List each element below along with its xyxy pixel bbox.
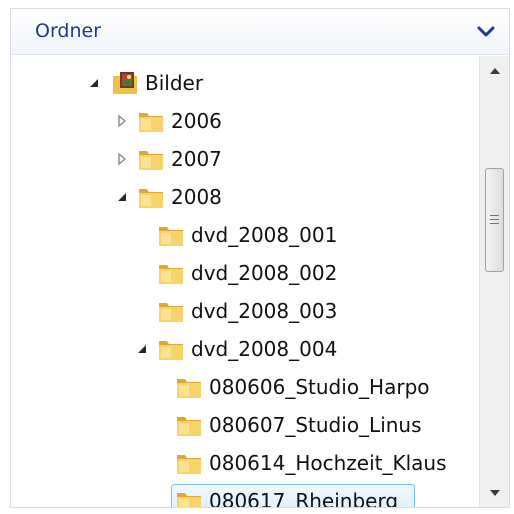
folder-icon bbox=[177, 417, 201, 436]
tree-item[interactable]: 080607_Studio_Linus bbox=[11, 406, 477, 444]
tree-item-label: 080617_Rheinberg bbox=[209, 489, 399, 508]
tree-item[interactable]: dvd_2008_001 bbox=[11, 216, 477, 254]
tree-item[interactable]: 080617_Rheinberg bbox=[11, 482, 477, 508]
tree-item-label: 080614_Hochzeit_Klaus bbox=[209, 451, 447, 475]
tree-item-label: dvd_2008_003 bbox=[191, 299, 338, 323]
scroll-up-arrow-icon[interactable] bbox=[480, 56, 510, 86]
pictures-library-icon bbox=[113, 72, 137, 94]
folder-icon bbox=[139, 151, 163, 170]
scroll-grip-icon bbox=[490, 215, 499, 216]
tree-item-label: 2007 bbox=[171, 147, 222, 171]
tree-item[interactable]: 2006 bbox=[11, 102, 477, 140]
scroll-down-arrow-icon[interactable] bbox=[480, 478, 510, 508]
tree-item[interactable]: dvd_2008_003 bbox=[11, 292, 477, 330]
folder-tree: Bilder 2006 2007 2008 dvd_2008_001 dvd_2008_0… bbox=[11, 56, 477, 508]
tree-item[interactable]: 2008 bbox=[11, 178, 477, 216]
vertical-scrollbar[interactable] bbox=[479, 56, 510, 508]
collapsed-arrow-icon[interactable] bbox=[115, 152, 129, 166]
scroll-grip-icon bbox=[490, 219, 499, 220]
collapsed-arrow-icon[interactable] bbox=[115, 114, 129, 128]
folder-icon bbox=[177, 493, 201, 507]
folder-pane: Ordner Bilder 2006 2007 2008 dvd_2008_001dvd… bbox=[10, 8, 510, 508]
chevron-down-icon[interactable] bbox=[475, 21, 497, 43]
tree-item-label: 080606_Studio_Harpo bbox=[209, 375, 430, 399]
scrollbar-thumb[interactable] bbox=[485, 168, 504, 272]
tree-item[interactable]: 080614_Hochzeit_Klaus bbox=[11, 444, 477, 482]
folder-icon bbox=[177, 455, 201, 474]
expanded-arrow-icon[interactable] bbox=[87, 76, 101, 90]
tree-item-label: 2008 bbox=[171, 185, 222, 209]
tree-item-label: dvd_2008_001 bbox=[191, 223, 338, 247]
tree-item[interactable]: 2007 bbox=[11, 140, 477, 178]
tree-item-label: 080607_Studio_Linus bbox=[209, 413, 422, 437]
tree-item-label: dvd_2008_004 bbox=[191, 337, 338, 361]
folder-icon bbox=[159, 303, 183, 322]
folder-icon bbox=[139, 189, 163, 208]
tree-item-label: 2006 bbox=[171, 109, 222, 133]
pane-title: Ordner bbox=[35, 20, 102, 42]
pane-header[interactable]: Ordner bbox=[11, 9, 509, 55]
folder-icon bbox=[159, 265, 183, 284]
expanded-arrow-icon[interactable] bbox=[135, 342, 149, 356]
folder-icon bbox=[159, 227, 183, 246]
tree-item[interactable]: dvd_2008_004 bbox=[11, 330, 477, 368]
folder-icon bbox=[139, 113, 163, 132]
tree-item[interactable]: Bilder bbox=[11, 64, 477, 102]
tree-item[interactable]: dvd_2008_002 bbox=[11, 254, 477, 292]
folder-icon bbox=[177, 379, 201, 398]
tree-item[interactable]: 080606_Studio_Harpo bbox=[11, 368, 477, 406]
tree-item-label: Bilder bbox=[145, 71, 204, 95]
scroll-grip-icon bbox=[490, 223, 499, 224]
expanded-arrow-icon[interactable] bbox=[115, 190, 129, 204]
tree-item-label: dvd_2008_002 bbox=[191, 261, 338, 285]
folder-icon bbox=[159, 341, 183, 360]
